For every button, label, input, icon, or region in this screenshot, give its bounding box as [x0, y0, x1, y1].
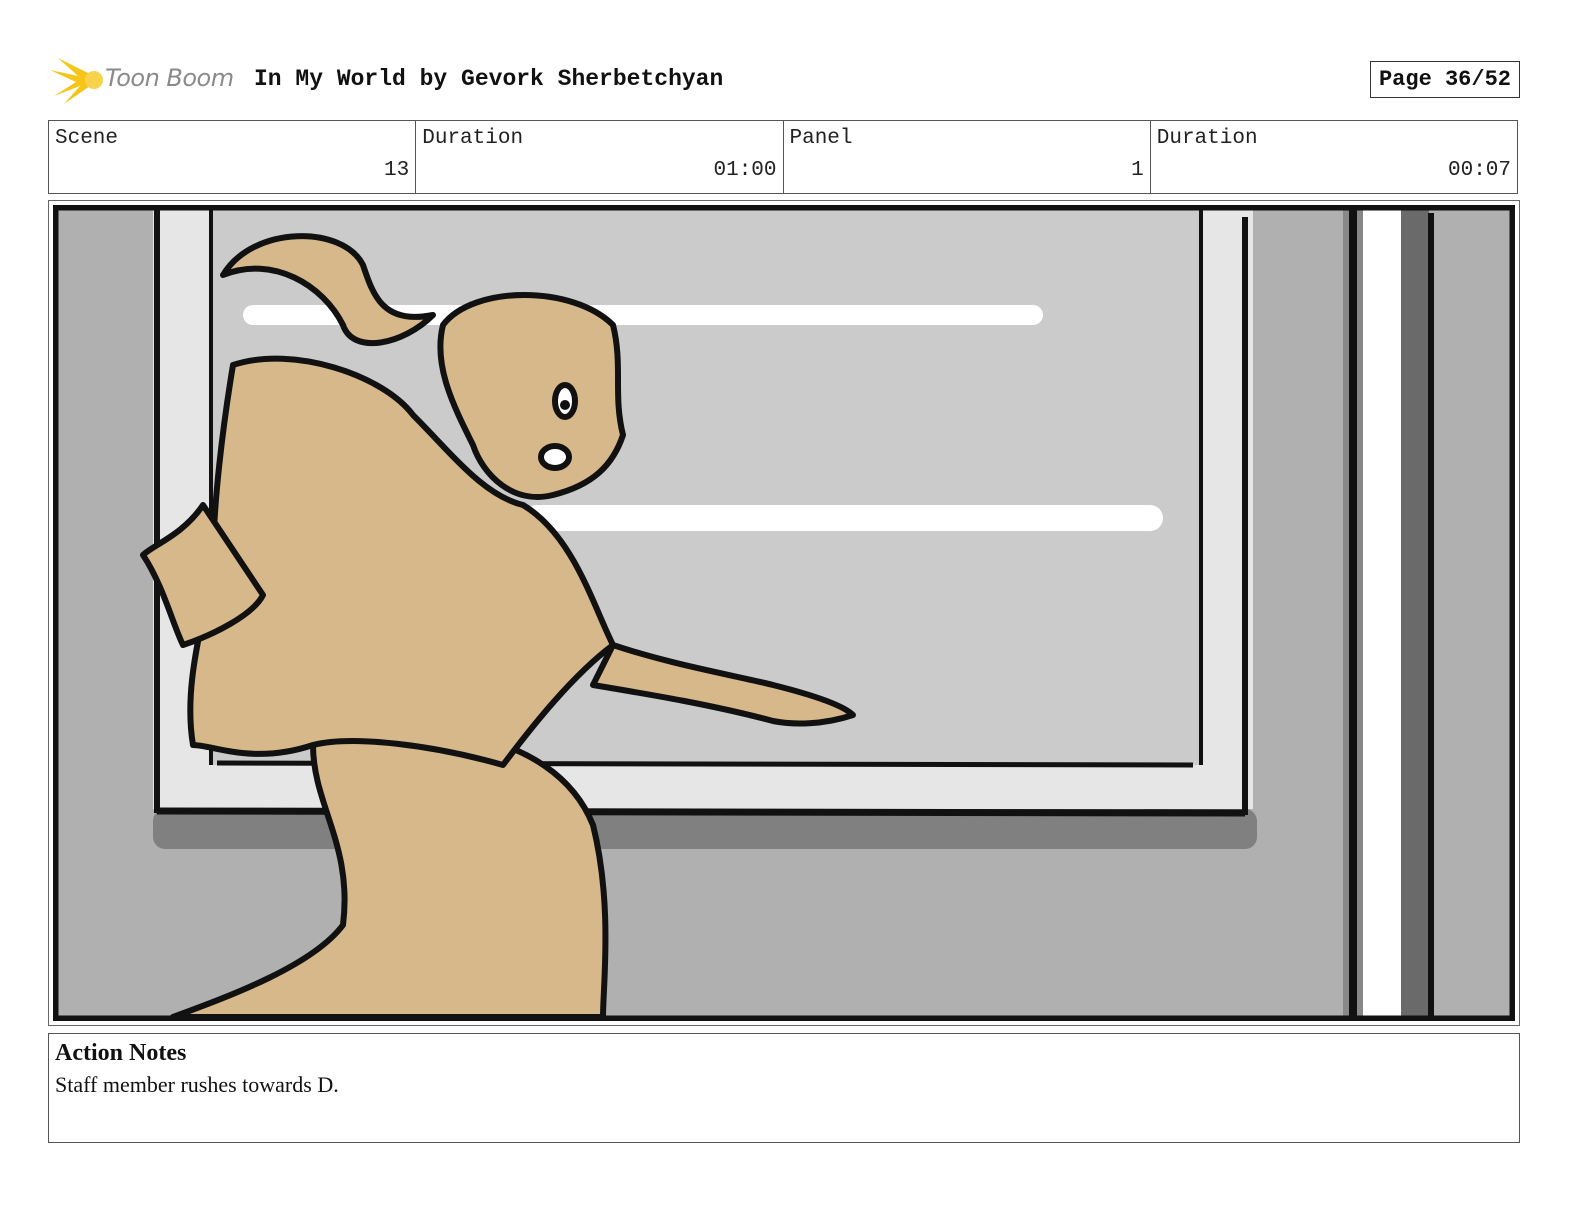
- scene-value: 13: [384, 159, 410, 182]
- door-gap: [1363, 209, 1401, 1021]
- page-header: Toon Boom In My World by Gevork Sherbetc…: [48, 56, 1520, 104]
- panel-duration-label: Duration: [1156, 127, 1258, 150]
- storyboard-title: In My World by Gevork Sherbetchyan: [254, 66, 724, 92]
- storyboard-panel: [48, 200, 1520, 1026]
- scene-duration-label: Duration: [422, 127, 524, 150]
- panel-duration-cell: Duration 00:07: [1151, 121, 1517, 193]
- panel-label: Panel: [789, 127, 853, 150]
- sunburst-icon: [50, 58, 103, 104]
- panel-duration-value: 00:07: [1447, 159, 1511, 182]
- window-line: [156, 807, 1246, 817]
- panel-value: 1: [1131, 159, 1144, 182]
- logo-text: Toon Boom: [105, 64, 234, 92]
- panel-info-table: Scene 13 Duration 01:00 Panel 1 Duration…: [48, 120, 1518, 194]
- door-edge: [1401, 209, 1429, 1021]
- toon-boom-logo: Toon Boom: [50, 56, 240, 104]
- action-notes: Action Notes Staff member rushes towards…: [48, 1033, 1520, 1143]
- scene-cell: Scene 13: [49, 121, 417, 193]
- action-notes-title: Action Notes: [55, 1040, 187, 1066]
- scene-label: Scene: [55, 127, 119, 150]
- action-notes-text: Staff member rushes towards D.: [55, 1072, 339, 1097]
- panel-cell: Panel 1: [784, 121, 1151, 193]
- panel-drawing: [53, 205, 1515, 1021]
- scene-duration-value: 01:00: [713, 159, 777, 182]
- page-number: Page 36/52: [1369, 61, 1520, 98]
- motion-streak: [523, 505, 1163, 531]
- scene-duration-cell: Duration 01:00: [416, 121, 784, 193]
